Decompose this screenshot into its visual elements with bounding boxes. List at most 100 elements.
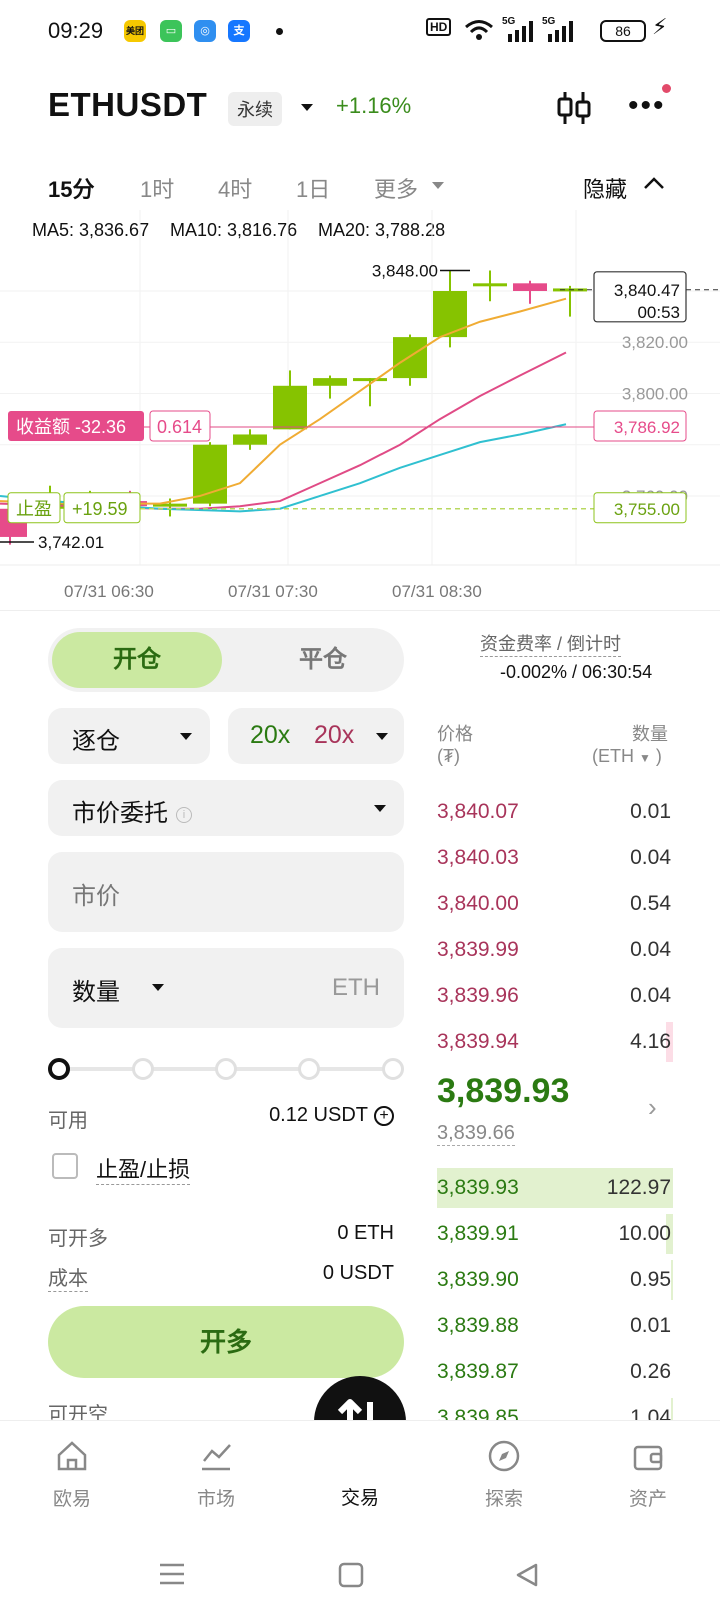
open-long-button[interactable]: 开多 (48, 1306, 404, 1378)
bid-price: 3,839.88 (437, 1314, 519, 1337)
bank-app-icon: ◎ (194, 20, 216, 42)
bid-row[interactable]: 3,839.90 0.95 (437, 1260, 673, 1300)
signal-icon-2 (548, 21, 573, 42)
leverage-long: 20x (250, 721, 291, 749)
nav-market[interactable]: 市场 (171, 1439, 261, 1511)
pair-header: ETHUSDT 永续 +1.16% ••• (0, 72, 720, 142)
slider-knob[interactable] (48, 1058, 70, 1080)
wifi-icon (465, 20, 493, 40)
candle-body (353, 378, 387, 382)
nav-home[interactable]: 欧易 (27, 1439, 117, 1511)
nav-home-label: 欧易 (52, 1489, 91, 1510)
candlestick-plot[interactable]: 3,820.003,800.003,760.003,848.003,742.01… (0, 210, 720, 610)
pnl-ratio: 0.614 (157, 417, 202, 437)
chevron-down-icon[interactable] (152, 984, 164, 991)
candle-body (313, 378, 347, 386)
chevron-right-icon[interactable]: › (648, 1092, 657, 1123)
price-placeholder: 市价 (72, 883, 120, 910)
ask-price: 3,840.07 (437, 800, 519, 823)
transfer-plus-icon[interactable]: + (374, 1105, 394, 1126)
bid-row[interactable]: 3,839.88 0.01 (437, 1306, 673, 1346)
bid-row[interactable]: 3,839.87 0.26 (437, 1352, 673, 1392)
tab-1d[interactable]: 1日 (296, 172, 330, 204)
caret-down-icon: ▼ (639, 751, 651, 765)
quantity-label[interactable]: 数量 (72, 972, 120, 1007)
price-chart[interactable]: MA5: 3,836.67 MA10: 3,816.76 MA20: 3,788… (0, 210, 720, 610)
ask-row[interactable]: 3,840.00 0.54 (437, 884, 673, 924)
slider-step-75[interactable] (298, 1058, 320, 1080)
bid-row[interactable]: 3,839.91 10.00 (437, 1214, 673, 1254)
ob-qty-unit[interactable]: (ETH ▼ ) (592, 746, 662, 767)
price-input[interactable]: 市价 (48, 852, 404, 932)
position-price-label: 3,786.92 (614, 418, 680, 437)
nav-assets[interactable]: 资产 (603, 1439, 693, 1511)
funding-rate-label[interactable]: 资金费率 / 倒计时 (480, 630, 622, 657)
bid-price: 3,839.93 (437, 1176, 519, 1199)
slider-step-100[interactable] (382, 1058, 404, 1080)
candle-body (273, 385, 307, 430)
tab-4h[interactable]: 4时 (218, 172, 252, 204)
candle-countdown-label: 00:53 (637, 303, 680, 322)
nav-explore[interactable]: 探索 (459, 1439, 549, 1511)
ask-price: 3,840.00 (437, 892, 519, 915)
interval-tabs: 15分 1时 4时 1日 更多 隐藏 (0, 160, 720, 210)
chevron-up-icon[interactable] (642, 174, 666, 192)
nav-trade[interactable]: 交易 (315, 1477, 405, 1510)
tab-more[interactable]: 更多 (374, 172, 418, 204)
ask-row[interactable]: 3,839.99 0.04 (437, 930, 673, 970)
candlestick-chart-icon[interactable] (556, 90, 592, 126)
tpsl-label[interactable]: 止盈/止损 (96, 1152, 191, 1185)
ask-price: 3,839.99 (437, 938, 519, 961)
last-price: 3,839.93 (437, 1072, 570, 1110)
ob-price-unit: (₮) (437, 746, 460, 766)
chevron-down-icon (374, 805, 386, 812)
back-triangle-icon[interactable] (514, 1562, 540, 1588)
order-type-select[interactable]: 市价委托 i (48, 780, 404, 836)
chevron-down-icon (376, 733, 388, 740)
ask-qty: 0.04 (630, 984, 671, 1007)
candle-body (393, 337, 427, 379)
ask-row[interactable]: 3,840.07 0.01 (437, 792, 673, 832)
more-intervals-caret-icon (432, 182, 444, 189)
wallet-icon (633, 1445, 663, 1471)
mark-price: 3,839.66 (437, 1122, 515, 1146)
home-square-icon[interactable] (338, 1562, 364, 1588)
slider-step-50[interactable] (215, 1058, 237, 1080)
ask-row[interactable]: 3,840.03 0.04 (437, 838, 673, 878)
pair-dropdown-icon[interactable] (301, 104, 313, 111)
more-menu-icon[interactable]: ••• (628, 91, 666, 121)
info-icon[interactable]: i (176, 806, 192, 823)
margin-mode-select[interactable]: 逐仓 (48, 708, 210, 764)
hd-icon: HD (426, 18, 452, 36)
margin-mode-label: 逐仓 (72, 728, 120, 755)
ob-price-header: 价格 (437, 724, 473, 744)
ask-qty: 4.16 (630, 1030, 671, 1053)
clock: 09:29 (48, 18, 104, 43)
tab-15m[interactable]: 15分 (48, 172, 94, 204)
max-long-value: 0 ETH (337, 1222, 394, 1244)
open-position-tab[interactable]: 开仓 (52, 632, 222, 688)
menu-icon[interactable] (158, 1562, 186, 1586)
nav-explore-label: 探索 (484, 1489, 523, 1510)
tp-price-label: 3,755.00 (614, 500, 680, 519)
current-price-label: 3,840.47 (614, 281, 680, 300)
tab-1h[interactable]: 1时 (140, 172, 174, 204)
order-type-label: 市价委托 i (72, 793, 192, 828)
slider-step-25[interactable] (132, 1058, 154, 1080)
quantity-unit: ETH (332, 974, 380, 1001)
leverage-select[interactable]: 20x 20x (228, 708, 404, 764)
hide-chart-button[interactable]: 隐藏 (583, 172, 627, 204)
bid-row[interactable]: 3,839.93 122.97 (437, 1168, 673, 1208)
status-bar: 09:29 美团 ▭ ◎ 支 HD 5G 5G 86 ⚡ (0, 0, 720, 64)
nav-market-label: 市场 (196, 1489, 235, 1510)
funding-rate-value: -0.002% / 06:30:54 (500, 662, 653, 682)
bid-qty: 0.01 (630, 1314, 671, 1337)
ask-qty: 0.54 (630, 892, 671, 915)
tpsl-checkbox[interactable] (52, 1153, 78, 1179)
ask-row[interactable]: 3,839.96 0.04 (437, 976, 673, 1016)
close-position-tab[interactable]: 平仓 (248, 632, 398, 688)
ask-row[interactable]: 3,839.94 4.16 (437, 1022, 673, 1062)
pair-title[interactable]: ETHUSDT (48, 86, 207, 124)
quantity-input[interactable]: 数量 ETH (48, 948, 404, 1028)
cost-label[interactable]: 成本 (48, 1262, 88, 1292)
